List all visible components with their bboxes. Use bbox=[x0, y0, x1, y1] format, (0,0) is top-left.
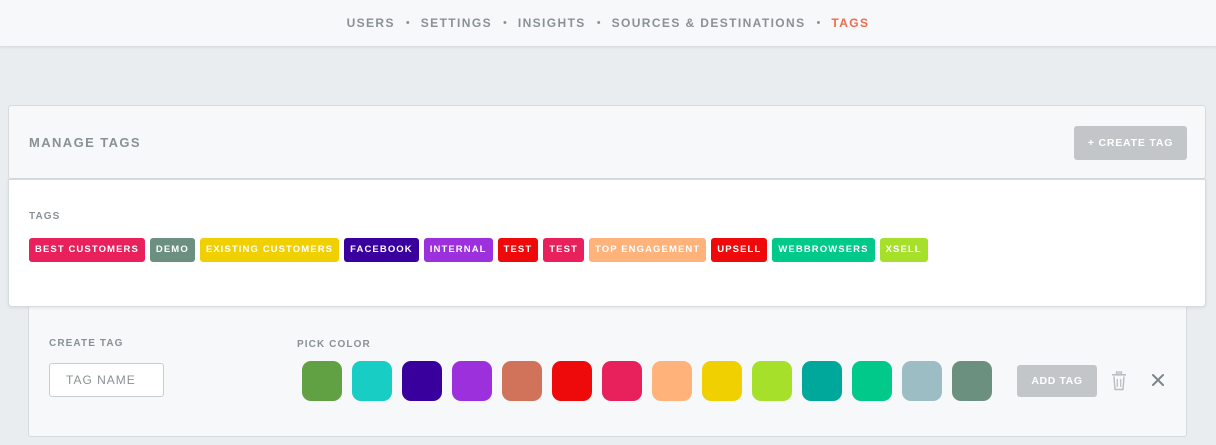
create-tag-label: CREATE TAG bbox=[49, 338, 124, 349]
tag-chip[interactable]: UPSELL bbox=[711, 238, 768, 262]
nav-separator: • bbox=[502, 17, 507, 29]
tags-section-label: TAGS bbox=[29, 211, 61, 222]
color-swatch[interactable] bbox=[352, 361, 392, 401]
color-swatch[interactable] bbox=[452, 361, 492, 401]
color-swatch[interactable] bbox=[402, 361, 442, 401]
tag-name-input[interactable] bbox=[49, 363, 164, 397]
color-swatch[interactable] bbox=[802, 361, 842, 401]
nav-item-insights[interactable]: INSIGHTS bbox=[518, 16, 586, 30]
tag-chip[interactable]: WEBBROWSERS bbox=[772, 238, 875, 262]
color-swatch[interactable] bbox=[752, 361, 792, 401]
manage-tags-header: MANAGE TAGS + CREATE TAG bbox=[8, 105, 1206, 179]
top-navigation: USERS • SETTINGS • INSIGHTS • SOURCES & DESTIN… bbox=[0, 0, 1216, 47]
tags-list: BEST CUSTOMERS DEMO EXISTING CUSTOMERS FACE… bbox=[29, 238, 928, 262]
tag-chip[interactable]: XSELL bbox=[879, 238, 928, 262]
create-tag-button[interactable]: + CREATE TAG bbox=[1074, 126, 1187, 160]
nav-item-users[interactable]: USERS bbox=[347, 16, 395, 30]
add-tag-button[interactable]: ADD TAG bbox=[1017, 365, 1097, 397]
nav-item-tags[interactable]: TAGS bbox=[831, 16, 869, 30]
color-swatch[interactable] bbox=[652, 361, 692, 401]
nav-separator: • bbox=[816, 17, 821, 29]
color-swatch[interactable] bbox=[302, 361, 342, 401]
pick-color-label: PICK COLOR bbox=[297, 339, 371, 350]
trash-icon[interactable] bbox=[1110, 371, 1128, 391]
close-icon[interactable] bbox=[1150, 372, 1166, 388]
tag-chip[interactable]: INTERNAL bbox=[423, 238, 493, 262]
tag-chip[interactable]: DEMO bbox=[149, 238, 195, 262]
tag-chip[interactable]: BEST CUSTOMERS bbox=[29, 238, 145, 262]
color-swatch[interactable] bbox=[952, 361, 992, 401]
tag-chip[interactable]: EXISTING CUSTOMERS bbox=[199, 238, 340, 262]
color-swatch[interactable] bbox=[602, 361, 642, 401]
tag-chip[interactable]: TOP ENGAGEMENT bbox=[588, 238, 707, 262]
color-swatch[interactable] bbox=[502, 361, 542, 401]
nav-separator: • bbox=[596, 17, 601, 29]
create-tag-panel: CREATE TAG PICK COLOR ADD TAG bbox=[28, 306, 1187, 437]
color-swatch[interactable] bbox=[902, 361, 942, 401]
tag-chip[interactable]: TEST bbox=[543, 238, 584, 262]
nav-separator: • bbox=[405, 17, 410, 29]
color-swatch[interactable] bbox=[552, 361, 592, 401]
nav-item-settings[interactable]: SETTINGS bbox=[421, 16, 492, 30]
tags-list-card: TAGS BEST CUSTOMERS DEMO EXISTING CUSTOMER… bbox=[8, 179, 1206, 307]
color-swatch-list bbox=[302, 361, 992, 401]
color-swatch[interactable] bbox=[702, 361, 742, 401]
tag-chip[interactable]: FACEBOOK bbox=[344, 238, 419, 262]
tag-chip[interactable]: TEST bbox=[497, 238, 539, 262]
nav-item-sources-destinations[interactable]: SOURCES & DESTINATIONS bbox=[612, 16, 806, 30]
page-title: MANAGE TAGS bbox=[29, 135, 141, 150]
color-swatch[interactable] bbox=[852, 361, 892, 401]
